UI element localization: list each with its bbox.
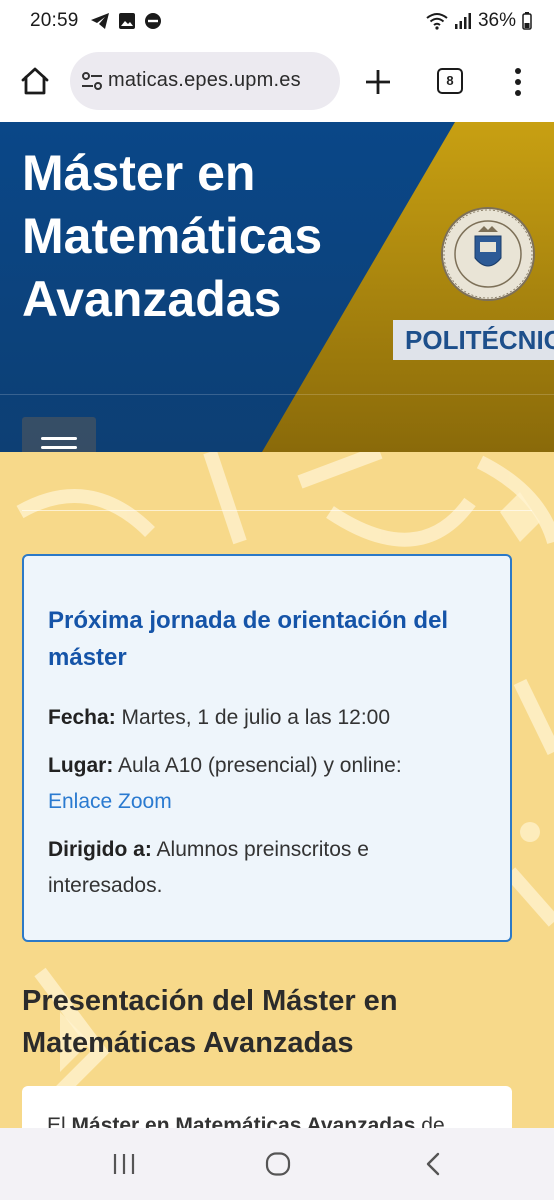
plus-icon[interactable] [364,68,392,96]
event-date: Fecha: Martes, 1 de julio a las 12:00 [48,700,488,736]
zoom-link[interactable]: Enlace Zoom [48,790,172,813]
more-vert-icon[interactable] [510,66,526,98]
site-title: Máster en Matemáticas Avanzadas [22,142,352,331]
event-place: Lugar: Aula A10 (presencial) y online: E… [48,748,488,820]
back-icon[interactable] [424,1152,442,1176]
site-title-line-1: Máster en [22,145,256,201]
notification-icons [90,12,162,30]
browser-toolbar: maticas.epes.upm.es 8 [0,42,554,122]
site-title-line-3: Avanzadas [22,271,282,327]
event-date-value: Martes, 1 de julio a las 12:00 [115,706,391,729]
system-icons: 36% [426,10,532,32]
home-circle-icon[interactable] [265,1152,291,1176]
event-date-label: Fecha: [48,706,116,729]
menu-bar-icon [41,446,77,449]
politecnica-badge: POLITÉCNIC [393,320,554,360]
status-bar: 20:59 36% [0,0,554,42]
section-divider [22,510,532,511]
status-time: 20:59 [30,10,79,31]
address-bar[interactable]: maticas.epes.upm.es [70,52,340,110]
system-nav-bar [0,1128,554,1200]
wifi-icon [426,13,448,30]
telegram-icon [91,13,109,29]
gallery-icon [119,13,135,29]
site-header: Máster en Matemáticas Avanzadas POLITÉCN… [0,122,554,452]
menu-toggle-button[interactable] [22,417,96,452]
site-title-line-2: Matemáticas [22,208,323,264]
event-title: Próxima jornada de orientación del máste… [48,607,449,671]
do-not-disturb-icon [145,13,161,29]
recents-icon[interactable] [112,1152,136,1176]
battery-percent: 36% [477,10,516,31]
battery-icon [522,12,532,30]
home-icon[interactable] [18,64,52,98]
tabs-icon[interactable]: 8 [437,68,463,94]
university-seal-logo [441,207,535,301]
presentation-heading: Presentación del Máster en Matemáticas A… [22,985,398,1059]
event-place-label: Lugar: [48,754,114,777]
event-audience: Dirigido a: Alumnos preinscritos e inter… [48,832,488,904]
event-place-value: Aula A10 (presencial) y online: [113,754,402,777]
signal-icon [454,13,471,29]
event-audience-label: Dirigido a: [48,838,152,861]
menu-bar-icon [41,437,77,440]
header-divider [0,394,554,395]
orientation-event-card: Próxima jornada de orientación del máste… [22,554,512,942]
url-text[interactable]: maticas.epes.upm.es [108,69,301,92]
site-settings-icon[interactable] [80,70,104,92]
